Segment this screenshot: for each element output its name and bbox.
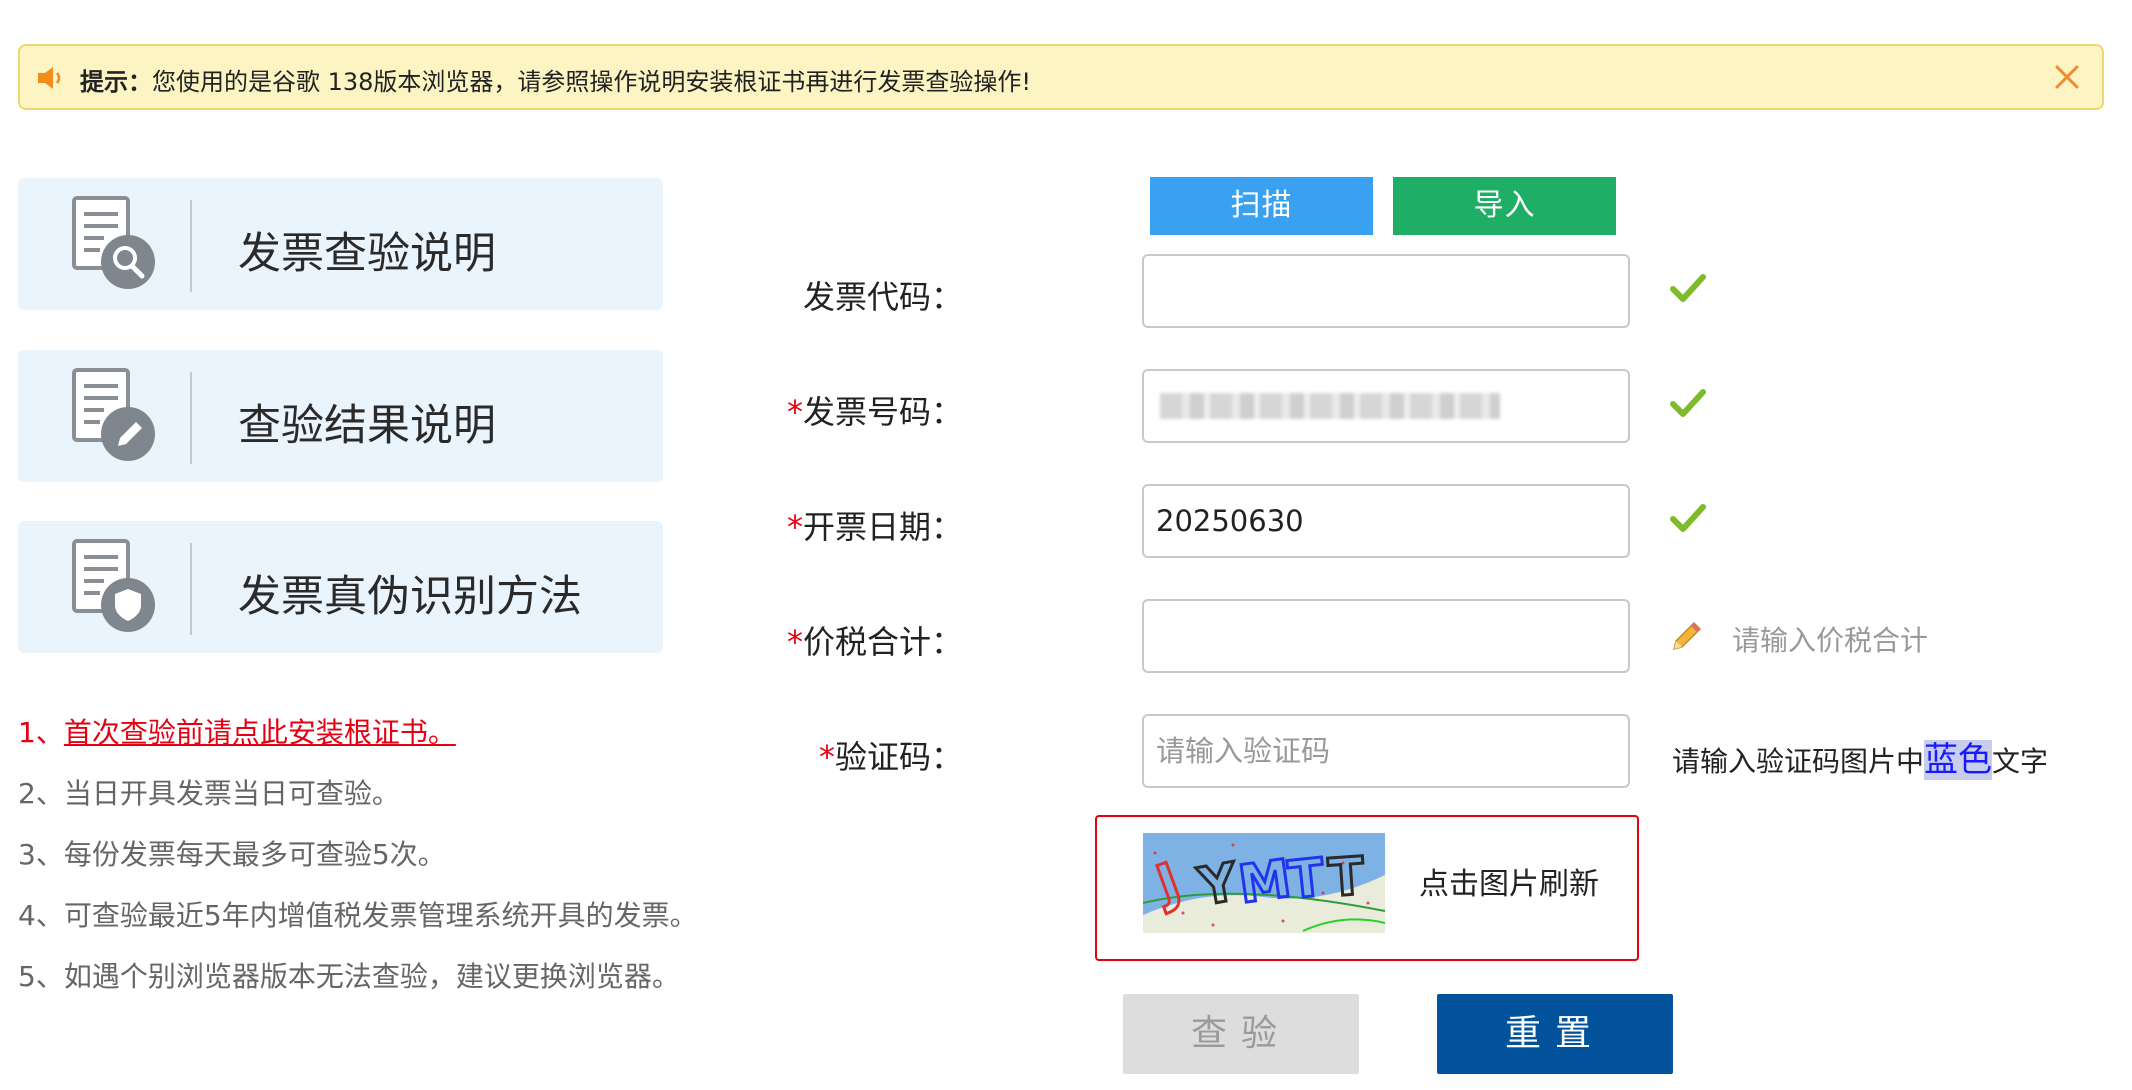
captcha-input[interactable] (1142, 714, 1630, 788)
form-row-total-amount: *价税合计： 请输入价税合计 (787, 599, 2120, 675)
total-amount-hint: 请输入价税合计 (1732, 624, 1929, 657)
nav-card-label: 查验结果说明 (238, 401, 496, 451)
invoice-date-input[interactable] (1142, 484, 1630, 558)
query-button[interactable]: 查验 (1123, 994, 1359, 1074)
note-number: 1、 (18, 716, 64, 749)
note-item: 5、如遇个别浏览器版本无法查验，建议更换浏览器。 (18, 960, 680, 993)
note-item: 1、首次查验前请点此安装根证书。 (18, 712, 698, 773)
speaker-icon (36, 65, 66, 95)
form-row-captcha: *验证码： 请输入验证码图片中蓝色文字 (819, 714, 2120, 790)
invoice-date-label: *开票日期： (786, 508, 963, 546)
document-shield-icon (68, 539, 164, 639)
check-icon (1670, 502, 1706, 538)
invoice-code-label: 发票代码： (802, 278, 963, 316)
card-divider (190, 372, 192, 464)
captcha-hint: 请输入验证码图片中蓝色文字 (1672, 740, 2049, 780)
notice-text: 提示：您使用的是谷歌 138版本浏览器，请参照操作说明安装根证书再进行发票查验操… (80, 62, 1031, 97)
close-icon[interactable] (2050, 60, 2084, 94)
captcha-box: J Y M T T 点击图片刷新 (1095, 815, 1639, 961)
total-amount-label: *价税合计： (786, 623, 963, 661)
form-row-invoice-date: *开票日期： (787, 484, 2120, 560)
check-icon (1670, 272, 1706, 308)
card-divider (190, 543, 192, 635)
captcha-image[interactable]: J Y M T T (1143, 833, 1385, 933)
svg-text:T: T (1286, 848, 1328, 911)
import-button[interactable]: 导入 (1393, 177, 1616, 235)
nav-card-result-instructions[interactable]: 查验结果说明 (18, 350, 663, 482)
note-item: 4、可查验最近5年内增值税发票管理系统开具的发票。 (18, 899, 698, 932)
nav-card-label: 发票查验说明 (238, 229, 496, 279)
nav-card-authenticity-methods[interactable]: 发票真伪识别方法 (18, 521, 663, 653)
install-certificate-link[interactable]: 首次查验前请点此安装根证书。 (64, 716, 456, 749)
document-search-icon (68, 196, 164, 296)
note-item: 2、当日开具发票当日可查验。 (18, 777, 400, 810)
notice-bar: 提示：您使用的是谷歌 138版本浏览器，请参照操作说明安装根证书再进行发票查验操… (18, 44, 2104, 110)
form-row-invoice-number: *发票号码： (787, 369, 2120, 445)
nav-card-check-instructions[interactable]: 发票查验说明 (18, 178, 663, 310)
invoice-number-label: *发票号码： (786, 393, 963, 431)
refresh-captcha-link[interactable]: 点击图片刷新 (1419, 859, 1599, 903)
notice-prefix: 提示： (80, 68, 152, 96)
note-item: 3、每份发票每天最多可查验5次。 (18, 838, 446, 871)
reset-button[interactable]: 重置 (1437, 994, 1673, 1074)
pencil-icon (1670, 619, 1704, 657)
total-amount-input[interactable] (1142, 599, 1630, 673)
captcha-color-word: 蓝色 (1924, 740, 1993, 780)
notes-list: 1、首次查验前请点此安装根证书。 2、当日开具发票当日可查验。 3、每份发票每天… (18, 712, 698, 1017)
card-divider (190, 200, 192, 292)
svg-text:T: T (1327, 847, 1367, 909)
check-icon (1670, 387, 1706, 423)
captcha-label: *验证码： (818, 738, 963, 776)
scan-button[interactable]: 扫描 (1150, 177, 1373, 235)
notice-message: 您使用的是谷歌 138版本浏览器，请参照操作说明安装根证书再进行发票查验操作! (152, 68, 1032, 96)
document-edit-icon (68, 368, 164, 468)
redacted-value (1160, 393, 1500, 419)
form-row-invoice-code: 发票代码： (803, 254, 2120, 330)
invoice-code-input[interactable] (1142, 254, 1630, 328)
nav-card-label: 发票真伪识别方法 (238, 572, 582, 622)
